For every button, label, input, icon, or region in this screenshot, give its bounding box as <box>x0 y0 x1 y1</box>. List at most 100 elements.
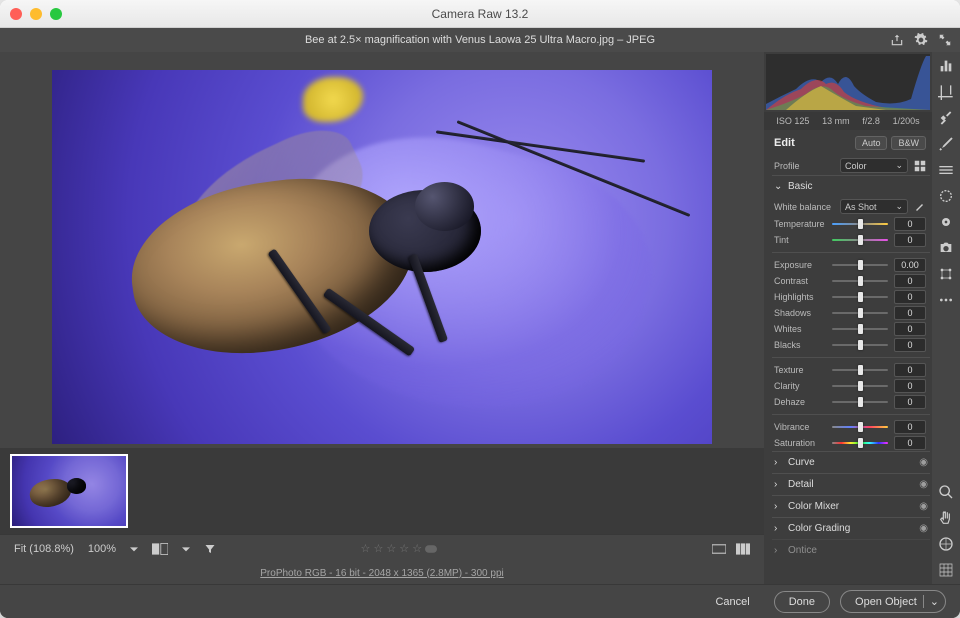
visibility-icon[interactable]: ◉ <box>919 501 928 512</box>
cancel-button[interactable]: Cancel <box>701 592 763 612</box>
compare-icon[interactable] <box>152 543 168 555</box>
curve-section-header[interactable]: ›Curve◉ <box>772 451 930 473</box>
zoom-fit-label[interactable]: Fit (108.8%) <box>14 543 74 555</box>
visibility-icon[interactable]: ◉ <box>919 523 928 534</box>
chevron-down-icon: ⌄ <box>895 160 903 171</box>
exposure-value[interactable]: 0.00 <box>894 258 926 272</box>
chevron-down-icon[interactable]: ⌄ <box>923 595 939 608</box>
vibrance-slider[interactable] <box>832 420 888 434</box>
aperture-label: f/2.8 <box>862 116 880 126</box>
optics-section-header[interactable]: ›Ontice <box>772 539 930 561</box>
dehaze-value[interactable]: 0 <box>894 395 926 409</box>
histogram[interactable] <box>766 54 930 110</box>
whites-value[interactable]: 0 <box>894 322 926 336</box>
basic-label: Basic <box>788 181 812 192</box>
texture-value[interactable]: 0 <box>894 363 926 377</box>
exposure-slider[interactable] <box>832 258 888 272</box>
brush-tool-icon[interactable] <box>938 136 954 152</box>
visibility-icon[interactable]: ◉ <box>919 457 928 468</box>
zoom-100-label[interactable]: 100% <box>88 543 116 555</box>
auto-button[interactable]: Auto <box>855 136 888 150</box>
share-icon[interactable] <box>890 33 904 47</box>
eyedropper-icon[interactable] <box>914 201 926 213</box>
rating-stars[interactable]: ☆ ☆ ☆ ☆ ☆ <box>361 542 423 555</box>
zoom-dropdown-icon[interactable] <box>130 545 138 553</box>
sampler-tool-icon[interactable] <box>938 536 954 552</box>
document-header: Bee at 2.5× magnification with Venus Lao… <box>0 28 960 52</box>
clarity-value[interactable]: 0 <box>894 379 926 393</box>
view-bar: Fit (108.8%) 100% ☆ ☆ ☆ ☆ ☆ <box>0 534 764 562</box>
shadows-slider[interactable] <box>832 306 888 320</box>
saturation-slider[interactable] <box>832 436 888 450</box>
image-info-link[interactable]: ProPhoto RGB - 16 bit - 2048 x 1365 (2.8… <box>0 562 764 584</box>
snapshot-tool-icon[interactable] <box>938 240 954 256</box>
hand-tool-icon[interactable] <box>938 510 954 526</box>
temperature-value[interactable]: 0 <box>894 217 926 231</box>
grid-tool-icon[interactable] <box>938 562 954 578</box>
highlights-value[interactable]: 0 <box>894 290 926 304</box>
shutter-label: 1/200s <box>893 116 920 126</box>
done-button[interactable]: Done <box>774 591 830 613</box>
texture-slider[interactable] <box>832 363 888 377</box>
wb-select[interactable]: As Shot ⌄ <box>840 199 908 214</box>
blacks-slider[interactable] <box>832 338 888 352</box>
dehaze-slider[interactable] <box>832 395 888 409</box>
color-mixer-section-header[interactable]: ›Color Mixer◉ <box>772 495 930 517</box>
zoom-window-button[interactable] <box>50 8 62 20</box>
thumbnail-1[interactable] <box>10 454 128 528</box>
filmstrip-toggle-icon[interactable] <box>736 543 750 555</box>
vibrance-value[interactable]: 0 <box>894 420 926 434</box>
compare-dropdown-icon[interactable] <box>182 545 190 553</box>
fullscreen-icon[interactable] <box>938 33 952 47</box>
color-grading-section-header[interactable]: ›Color Grading◉ <box>772 517 930 539</box>
edit-tool-icon[interactable] <box>938 58 954 74</box>
image-canvas[interactable] <box>52 70 712 444</box>
gradient-tool-icon[interactable] <box>938 162 954 178</box>
visibility-icon[interactable]: ◉ <box>919 479 928 490</box>
preset-tool-icon[interactable] <box>938 266 954 282</box>
blacks-label: Blacks <box>774 340 826 350</box>
filter-icon[interactable] <box>204 543 216 555</box>
whites-slider[interactable] <box>832 322 888 336</box>
contrast-label: Contrast <box>774 276 826 286</box>
tint-value[interactable]: 0 <box>894 233 926 247</box>
gear-icon[interactable] <box>914 33 928 47</box>
close-window-button[interactable] <box>10 8 22 20</box>
blacks-value[interactable]: 0 <box>894 338 926 352</box>
canvas-area[interactable] <box>0 52 764 448</box>
crop-tool-icon[interactable] <box>938 84 954 100</box>
exposure-label: Exposure <box>774 260 826 270</box>
zoom-tool-icon[interactable] <box>938 484 954 500</box>
open-object-button[interactable]: Open Object ⌄ <box>840 590 946 613</box>
color-mixer-label: Color Mixer <box>788 501 839 512</box>
basic-section-header[interactable]: ⌄ Basic <box>772 175 930 197</box>
tint-slider[interactable] <box>832 233 888 247</box>
more-tool-icon[interactable] <box>938 292 954 308</box>
profile-browser-icon[interactable] <box>914 160 926 172</box>
side-toolbar <box>932 52 960 584</box>
grid-view-icon[interactable] <box>712 543 726 555</box>
clarity-slider[interactable] <box>832 379 888 393</box>
wb-value: As Shot <box>845 202 877 212</box>
temperature-slider[interactable] <box>832 217 888 231</box>
open-object-label: Open Object <box>855 596 917 608</box>
healing-tool-icon[interactable] <box>938 110 954 126</box>
shadows-value[interactable]: 0 <box>894 306 926 320</box>
highlights-slider[interactable] <box>832 290 888 304</box>
minimize-window-button[interactable] <box>30 8 42 20</box>
filmstrip <box>0 448 764 534</box>
wb-label: White balance <box>774 202 834 212</box>
contrast-slider[interactable] <box>832 274 888 288</box>
filename-label: Bee at 2.5× magnification with Venus Lao… <box>305 34 655 46</box>
bw-button[interactable]: B&W <box>891 136 926 150</box>
chevron-right-icon: › <box>774 457 784 468</box>
color-label-icon[interactable] <box>425 544 437 554</box>
contrast-value[interactable]: 0 <box>894 274 926 288</box>
profile-select[interactable]: Color ⌄ <box>840 158 908 173</box>
edit-title: Edit <box>774 137 795 149</box>
redeye-tool-icon[interactable] <box>938 214 954 230</box>
detail-section-header[interactable]: ›Detail◉ <box>772 473 930 495</box>
temperature-label: Temperature <box>774 219 826 229</box>
radial-tool-icon[interactable] <box>938 188 954 204</box>
saturation-value[interactable]: 0 <box>894 436 926 450</box>
